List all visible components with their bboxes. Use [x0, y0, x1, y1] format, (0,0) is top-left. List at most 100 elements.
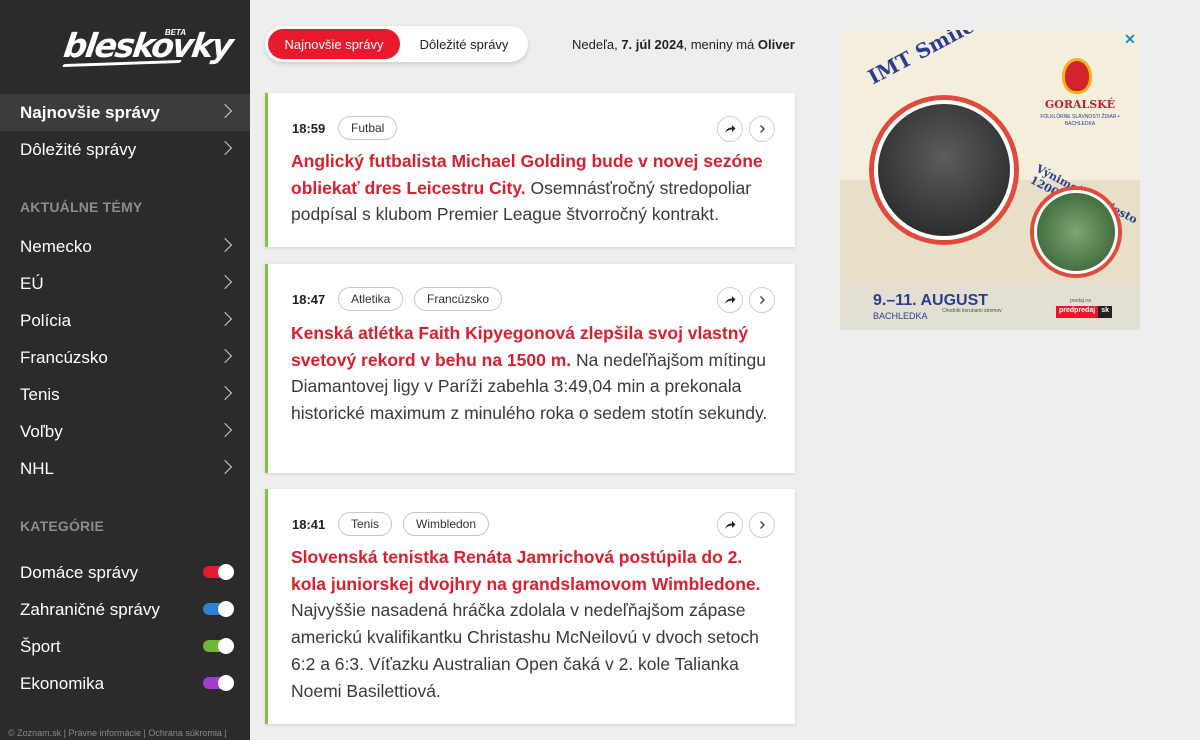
share-icon [725, 521, 736, 529]
sidebar-item-label: EÚ [20, 273, 44, 293]
news-tabs: Najnovšie správy Dôležité správy [265, 26, 528, 62]
advertisement-banner[interactable]: ✕ IMT Smile GORALSKÉ FOLKLÓRNE SLÁVNOSTI… [840, 30, 1140, 330]
logo[interactable]: bleskovky BETA [61, 26, 234, 70]
share-button[interactable] [717, 287, 743, 313]
close-icon[interactable]: ✕ [1123, 32, 1137, 46]
sidebar-item-label: Francúzsko [20, 347, 108, 367]
ad-brand: GORALSKÉ [1044, 98, 1116, 111]
logo-text: bleskovky [61, 26, 235, 65]
tab-najnovsie[interactable]: Najnovšie správy [268, 29, 400, 59]
chevron-right-icon [217, 348, 233, 364]
ad-band-photo [874, 100, 1014, 240]
categories-section-title: KATEGÓRIE [20, 518, 104, 534]
toggle-knob [218, 564, 234, 580]
share-button[interactable] [717, 116, 743, 142]
sidebar: bleskovky BETA Najnovšie správy Dôležité… [0, 0, 250, 740]
sidebar-item-topic[interactable]: Tenis [0, 376, 250, 413]
ad-seller-2: sk [1098, 306, 1112, 318]
category-item: Zahraničné správy [0, 591, 250, 628]
article-time: 18:59 [292, 121, 326, 136]
open-article-button[interactable] [749, 512, 775, 538]
sidebar-item-label: Tenis [20, 384, 60, 404]
sidebar-item-label: Dôležité správy [20, 139, 137, 159]
chevron-right-icon [760, 125, 765, 133]
toggle-knob [218, 601, 234, 617]
tab-dolezite[interactable]: Dôležité správy [405, 29, 523, 59]
chevron-right-icon [217, 140, 233, 156]
ad-seller-1: predpredaj [1056, 306, 1099, 318]
chevron-right-icon [760, 521, 765, 529]
article-time: 18:47 [292, 292, 326, 307]
nameday-name: Oliver [757, 37, 795, 52]
article-card[interactable]: 18:47 Atletika Francúzsko Kenská atlétka… [265, 264, 795, 473]
ad-seller-note: predaj na [1070, 298, 1091, 304]
category-toggle[interactable] [203, 675, 234, 691]
date-prefix: Nedeľa, [572, 37, 622, 52]
ad-seller-logo: predpredaj sk [1056, 306, 1112, 318]
chevron-right-icon [217, 274, 233, 290]
chevron-right-icon [217, 459, 233, 475]
sidebar-item-label: NHL [20, 458, 55, 478]
category-item: Ekonomika [0, 665, 250, 702]
share-icon [725, 296, 736, 304]
sidebar-item-topic[interactable]: EÚ [0, 265, 250, 302]
chevron-right-icon [217, 311, 233, 327]
share-button[interactable] [717, 512, 743, 538]
category-item: Domáce správy [0, 554, 250, 591]
toggle-knob [218, 675, 234, 691]
category-label: Šport [20, 636, 61, 656]
topics-section-title: AKTUÁLNE TÉMY [20, 199, 143, 215]
category-toggle[interactable] [203, 564, 234, 580]
open-article-button[interactable] [749, 287, 775, 313]
article-tag[interactable]: Atletika [338, 287, 404, 311]
category-toggle[interactable] [203, 601, 234, 617]
sidebar-item-dolezite[interactable]: Dôležité správy [0, 131, 250, 168]
ad-brand-sub: FOLKLÓRNE SLÁVNOSTI ŽDIAR • BACHLEDKA [1040, 114, 1120, 127]
category-toggle[interactable] [203, 638, 234, 654]
ad-title: IMT Smile [864, 30, 979, 90]
category-label: Domáce správy [20, 562, 139, 582]
sidebar-item-topic[interactable]: Nemecko [0, 228, 250, 265]
article-card[interactable]: 18:41 Tenis Wimbledon Slovenská tenistka… [265, 489, 795, 724]
nameday-prefix: , meniny má [683, 37, 758, 52]
sidebar-item-topic[interactable]: Voľby [0, 413, 250, 450]
ad-trail: Chodník korunami stromov [942, 308, 1002, 314]
chevron-right-icon [217, 103, 233, 119]
sidebar-item-label: Voľby [20, 421, 63, 441]
sidebar-item-najnovsie[interactable]: Najnovšie správy [0, 94, 250, 131]
date-line: Nedeľa, 7. júl 2024, meniny má Oliver [572, 37, 795, 52]
toggle-knob [218, 638, 234, 654]
category-label: Ekonomika [20, 673, 105, 693]
sidebar-item-topic[interactable]: NHL [0, 450, 250, 487]
sidebar-item-label: Najnovšie správy [20, 102, 160, 122]
chevron-right-icon [217, 385, 233, 401]
footer-links[interactable]: © Zoznam.sk | Právne informácie | Ochran… [8, 728, 227, 738]
share-icon [725, 125, 736, 133]
chevron-right-icon [217, 422, 233, 438]
current-date: 7. júl 2024 [621, 37, 684, 52]
article-tag[interactable]: Francúzsko [414, 287, 503, 311]
article-tag[interactable]: Futbal [338, 116, 398, 140]
chevron-right-icon [217, 237, 233, 253]
sidebar-item-topic[interactable]: Polícia [0, 302, 250, 339]
article-headline[interactable]: Slovenská tenistka Renáta Jamrichová pos… [291, 547, 761, 594]
article-body: Slovenská tenistka Renáta Jamrichová pos… [291, 544, 777, 704]
article-lead: Najvyššie nasadená hráčka zdolala v nede… [291, 600, 759, 701]
article-body: Anglický futbalista Michael Golding bude… [291, 148, 777, 228]
article-time: 18:41 [292, 517, 326, 532]
article-tag[interactable]: Tenis [338, 512, 393, 536]
sidebar-item-label: Nemecko [20, 236, 92, 256]
category-item: Šport [0, 628, 250, 665]
ad-brand-emblem-icon [1062, 58, 1092, 94]
category-label: Zahraničné správy [20, 599, 160, 619]
ad-bottom-bar: 9.–11. AUGUST BACHLEDKA Chodník korunami… [840, 284, 1140, 330]
sidebar-item-topic[interactable]: Francúzsko [0, 339, 250, 376]
ad-tower-photo [1034, 190, 1118, 274]
chevron-right-icon [760, 296, 765, 304]
ad-place: BACHLEDKA [873, 311, 928, 321]
article-card[interactable]: 18:59 Futbal Anglický futbalista Michael… [265, 93, 795, 247]
article-tag[interactable]: Wimbledon [403, 512, 490, 536]
article-body: Kenská atlétka Faith Kipyegonová zlepšil… [291, 320, 777, 427]
open-article-button[interactable] [749, 116, 775, 142]
sidebar-item-label: Polícia [20, 310, 72, 330]
